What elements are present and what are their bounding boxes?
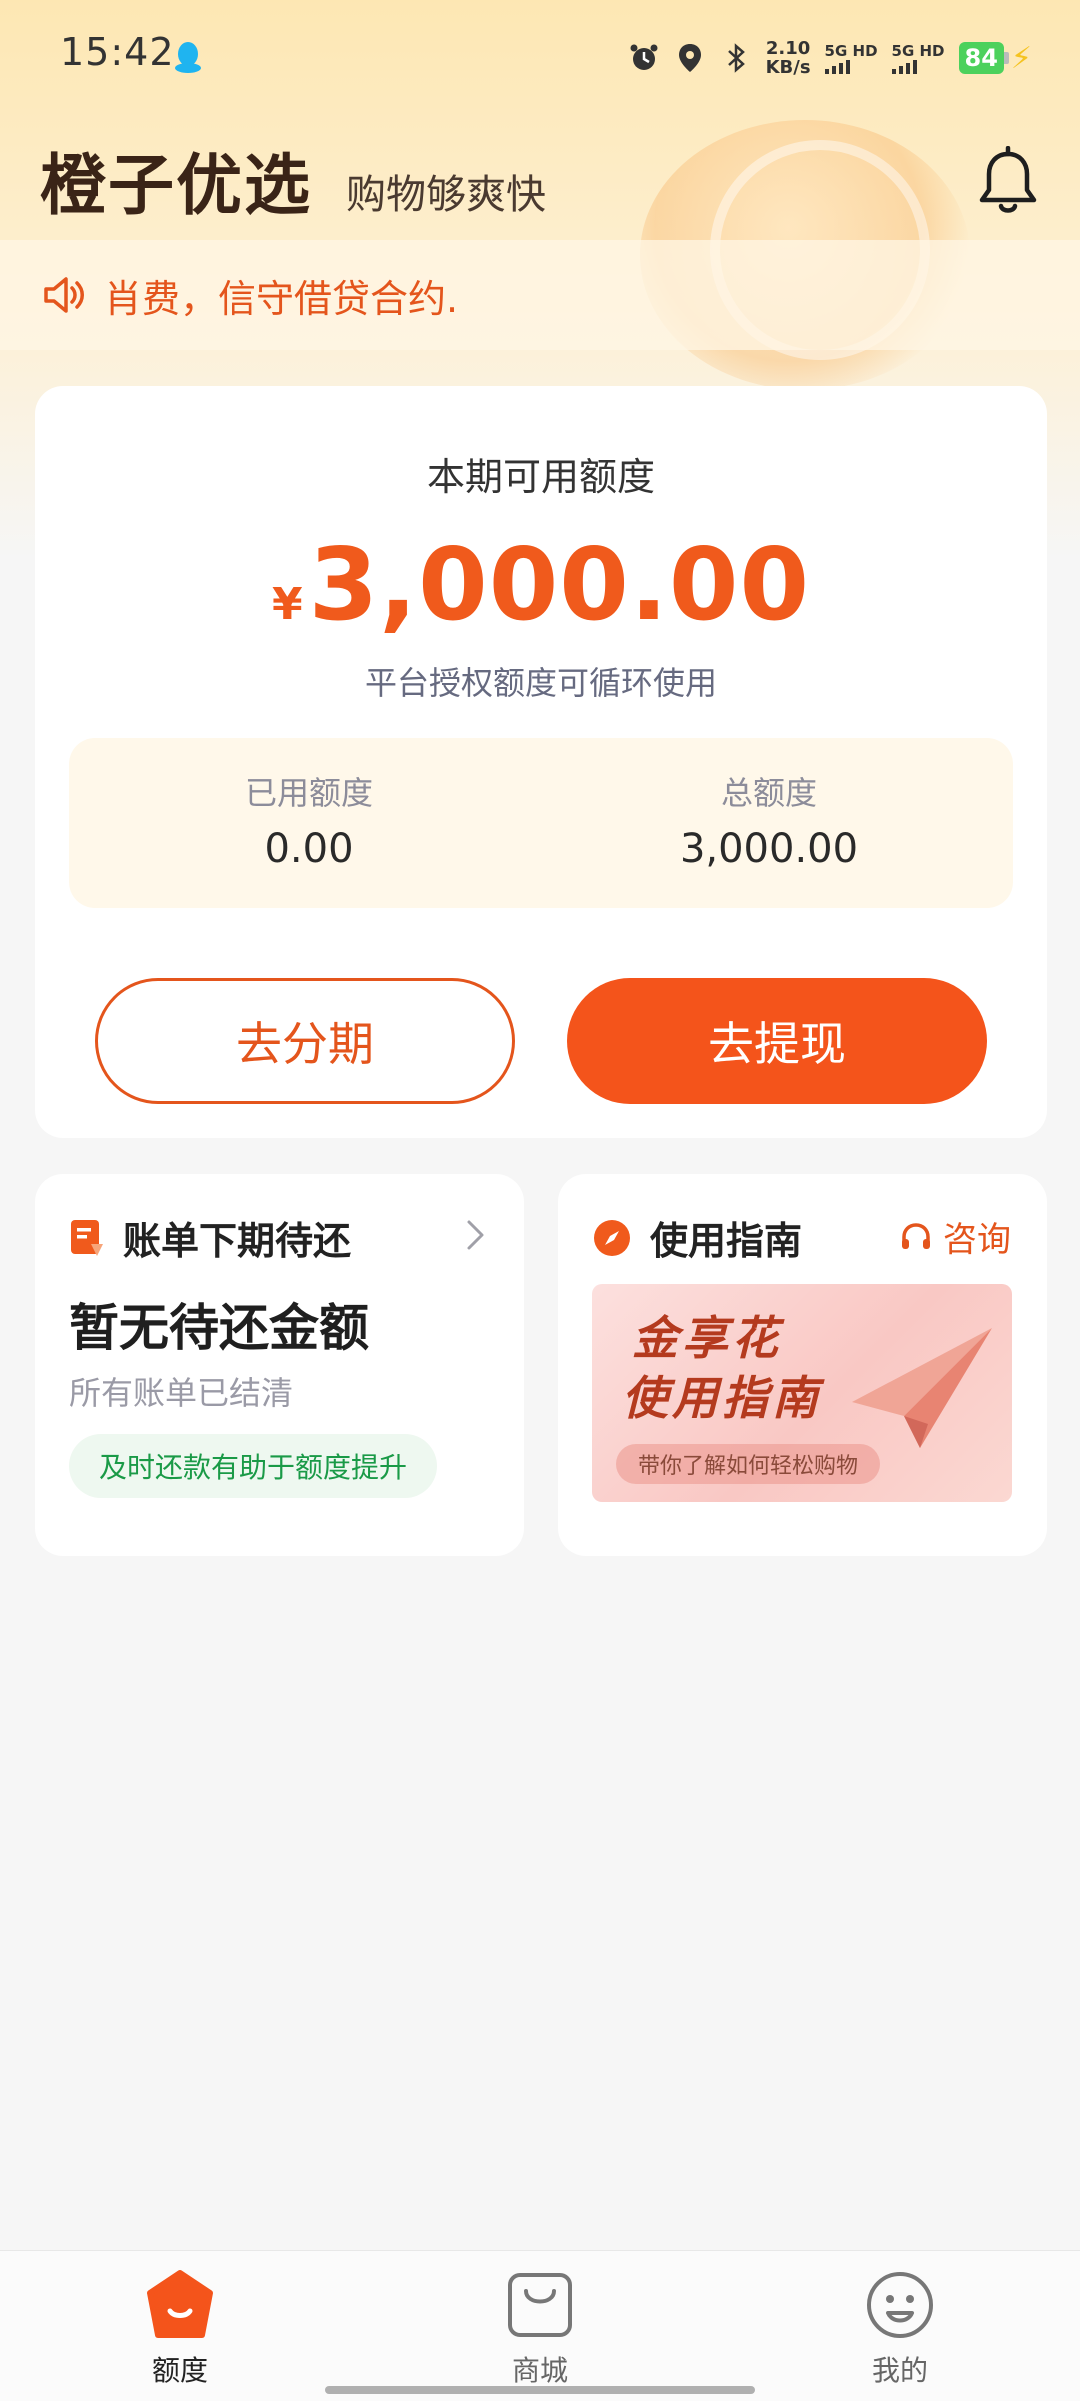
signal-bars-icon bbox=[824, 59, 878, 74]
used-quota-value: 0.00 bbox=[264, 826, 354, 872]
compass-icon bbox=[594, 1219, 630, 1256]
consult-label: 咨询 bbox=[943, 1220, 1011, 1260]
currency-symbol: ¥ bbox=[271, 579, 303, 630]
bluetooth-icon bbox=[727, 43, 745, 73]
nav-item-quota[interactable]: 额度 bbox=[100, 2269, 260, 2389]
quota-icon bbox=[147, 2270, 213, 2338]
nav-label-mine: 我的 bbox=[871, 2354, 928, 2387]
network-speed-value: 2.10 bbox=[765, 38, 811, 59]
qq-notification-icon bbox=[175, 42, 201, 73]
guide-card: 使用指南 咨询 金享花 使用指南 带你了解如何轻松购物 bbox=[558, 1174, 1047, 1556]
bill-card[interactable]: 账单下期待还 暂无待还金额 所有账单已结清 及时还款有助于额度提升 bbox=[35, 1174, 524, 1556]
smiley-face-icon bbox=[867, 2272, 933, 2338]
bill-document-icon bbox=[71, 1219, 103, 1256]
bill-status: 暂无待还金额 bbox=[69, 1299, 369, 1357]
guide-banner-line1: 金享花 bbox=[632, 1311, 782, 1365]
brand-slogan: 购物够爽快 bbox=[346, 172, 546, 218]
alarm-icon bbox=[630, 44, 658, 70]
installment-button[interactable]: 去分期 bbox=[95, 978, 515, 1104]
consult-link[interactable]: 咨询 bbox=[899, 1212, 1011, 1261]
withdraw-button[interactable]: 去提现 bbox=[567, 978, 987, 1104]
signal-bars-icon bbox=[891, 59, 945, 74]
app-header: 橙子优选 购物够爽快 bbox=[40, 132, 546, 228]
headset-icon bbox=[902, 1222, 930, 1249]
credit-summary-card: 本期可用额度 ¥3,000.00 平台授权额度可循环使用 已用额度 0.00 总… bbox=[35, 386, 1047, 1138]
bill-card-title: 账单下期待还 bbox=[123, 1219, 352, 1263]
battery-indicator: 84 ⚡ bbox=[958, 40, 1032, 76]
sim2-signal: 5G HD bbox=[891, 41, 945, 74]
available-credit-value: 3,000.00 bbox=[308, 526, 811, 643]
used-quota-label: 已用额度 bbox=[244, 774, 373, 812]
nav-label-mall: 商城 bbox=[511, 2354, 568, 2387]
status-time: 15:42 bbox=[60, 30, 175, 74]
guide-card-title: 使用指南 bbox=[650, 1219, 803, 1263]
total-quota-value: 3,000.00 bbox=[679, 826, 859, 872]
repayment-tip-badge: 及时还款有助于额度提升 bbox=[69, 1434, 438, 1498]
location-icon bbox=[678, 44, 701, 72]
network-speed: 2.10 KB/s bbox=[766, 39, 811, 77]
charging-icon: ⚡ bbox=[1010, 40, 1032, 76]
battery-level: 84 bbox=[958, 42, 1004, 74]
network-speed-unit: KB/s bbox=[765, 57, 811, 78]
sim2-label: 5G HD bbox=[891, 41, 945, 60]
speaker-icon bbox=[44, 277, 84, 313]
chevron-right-icon[interactable] bbox=[464, 1218, 488, 1252]
notice-text: 肖费，信守借贷合约. bbox=[104, 276, 459, 321]
credit-description: 平台授权额度可循环使用 bbox=[364, 664, 717, 702]
sim1-label: 5G HD bbox=[824, 41, 878, 60]
bill-card-header: 账单下期待还 bbox=[69, 1210, 351, 1265]
bottom-navigation: 额度 商城 我的 bbox=[0, 2250, 1080, 2401]
guide-banner-line2: 使用指南 bbox=[622, 1371, 822, 1425]
sim1-signal: 5G HD bbox=[824, 41, 878, 74]
guide-banner-title: 金享花 使用指南 bbox=[622, 1308, 822, 1428]
shopping-bag-icon bbox=[508, 2273, 572, 2337]
nav-item-mine[interactable]: 我的 bbox=[820, 2269, 980, 2389]
guide-banner-pill: 带你了解如何轻松购物 bbox=[616, 1444, 881, 1484]
available-credit-amount: ¥3,000.00 bbox=[35, 526, 1047, 643]
bell-icon[interactable] bbox=[976, 146, 1040, 218]
used-quota: 已用额度 0.00 bbox=[89, 768, 529, 872]
available-credit-label: 本期可用额度 bbox=[426, 455, 655, 499]
quota-summary: 已用额度 0.00 总额度 3,000.00 bbox=[69, 738, 1013, 908]
home-indicator[interactable] bbox=[325, 2386, 755, 2394]
paper-plane-icon bbox=[852, 1328, 992, 1448]
nav-item-mall[interactable]: 商城 bbox=[460, 2269, 620, 2389]
total-quota-label: 总额度 bbox=[720, 774, 817, 812]
total-quota: 总额度 3,000.00 bbox=[549, 768, 989, 872]
brand-title: 橙子优选 bbox=[40, 147, 312, 224]
guide-banner[interactable]: 金享花 使用指南 带你了解如何轻松购物 bbox=[592, 1284, 1012, 1502]
nav-label-quota: 额度 bbox=[151, 2354, 208, 2387]
guide-card-header: 使用指南 bbox=[592, 1210, 802, 1265]
notice-bar: 肖费，信守借贷合约. bbox=[0, 240, 1080, 350]
bill-substatus: 所有账单已结清 bbox=[69, 1374, 294, 1412]
battery-tip bbox=[1003, 52, 1009, 64]
status-bar: 15:42 2.10 KB/s 5G HD 5G HD 84 ⚡ bbox=[0, 0, 1080, 110]
